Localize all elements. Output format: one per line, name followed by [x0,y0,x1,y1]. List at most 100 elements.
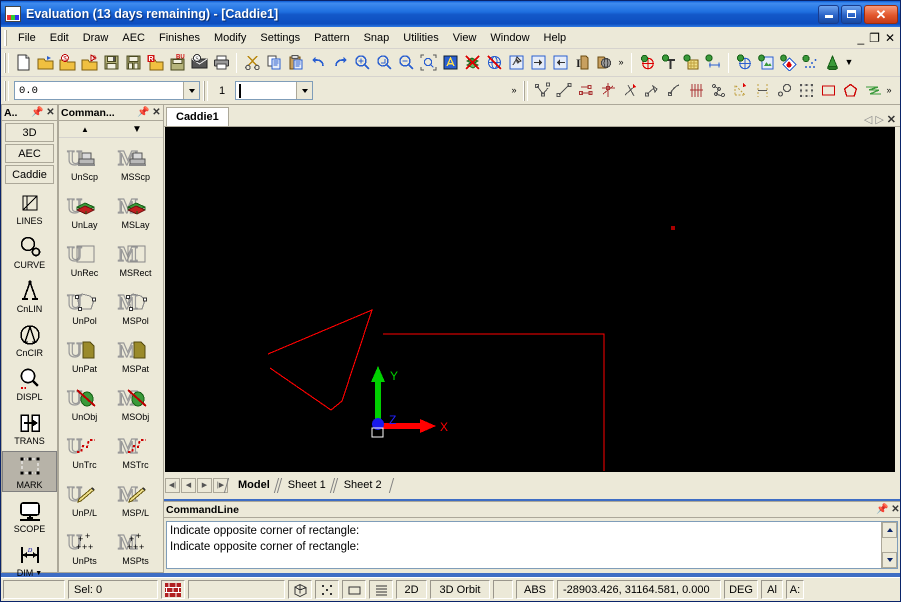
polyline-tool-icon[interactable] [861,80,883,102]
minimize-button[interactable] [818,4,839,24]
menu-snap[interactable]: Snap [357,29,397,47]
brick-pattern-icon[interactable] [161,580,185,599]
command-button-mspts[interactable]: M + + + + + MSPts [110,523,161,571]
drawing-canvas[interactable]: Y X Z [165,127,895,472]
scroll-up-button[interactable] [882,522,897,538]
single-window-icon[interactable] [342,580,366,599]
copy-icon[interactable] [263,52,285,74]
object-out-icon[interactable] [549,52,571,74]
sidebar-item-cnlin[interactable]: CnLIN [2,275,57,316]
command-button-msscp[interactable]: M MSScp [110,139,161,187]
snap-extension-icon[interactable] [751,80,773,102]
maximize-button[interactable] [841,4,862,24]
rectangle-tool-icon[interactable] [817,80,839,102]
print-icon[interactable] [210,52,232,74]
hatch-tool-icon[interactable] [680,52,702,74]
nav-prev-icon[interactable]: ◁ [864,115,872,126]
sidebar-item-curve[interactable]: CURVE [2,231,57,272]
menu-finishes[interactable]: Finishes [152,29,207,47]
zoom-out-icon[interactable] [395,52,417,74]
drawing-canvas-svg[interactable]: Y X Z [166,128,894,471]
save-icon[interactable] [100,52,122,74]
menu-modify[interactable]: Modify [207,29,253,47]
command-button-unpat[interactable]: U UnPat [59,331,110,379]
sidebar-tab-3d[interactable]: 3D [5,123,54,142]
menu-draw[interactable]: Draw [76,29,116,47]
layer-off-icon[interactable] [461,52,483,74]
command-button-msp-l[interactable]: M MSP/L [110,475,161,523]
snap-angle-icon[interactable] [729,80,751,102]
menu-aec[interactable]: AEC [115,29,152,47]
zoom-in-icon[interactable] [351,52,373,74]
mdi-restore-button[interactable]: ❐ [869,32,880,44]
toolbar-overflow-button-2[interactable]: ▼ [843,58,855,67]
image-insert-icon[interactable] [755,52,777,74]
info-icon[interactable]: I [571,52,593,74]
save-as-icon[interactable]: $ [56,52,78,74]
zoom-window-icon[interactable] [373,52,395,74]
menu-file[interactable]: File [11,29,43,47]
command-button-mslay[interactable]: M MSLay [110,187,161,235]
snap-intersection-icon[interactable] [597,80,619,102]
paste-icon[interactable] [285,52,307,74]
command-button-mstrc[interactable]: M MSTrc [110,427,161,475]
polygon-tool-icon[interactable] [839,80,861,102]
toolbar2-overflow-button-2[interactable]: » [883,86,895,95]
paint-drop-icon[interactable] [777,52,799,74]
snap-scatter-icon[interactable] [707,80,729,102]
command-button-mspol[interactable]: M MSPol [110,283,161,331]
nav-prev-icon[interactable]: ◀ [181,477,196,493]
linewidth-combo[interactable]: 0.0 [14,81,200,100]
menu-edit[interactable]: Edit [43,29,76,47]
open-read-only-icon[interactable]: R [144,52,166,74]
close-icon[interactable]: ✕ [150,107,163,118]
object-in-icon[interactable] [527,52,549,74]
command-button-untrc[interactable]: U UnTrc [59,427,110,475]
open-recent-icon[interactable]: R [78,52,100,74]
redo-icon[interactable] [329,52,351,74]
menu-view[interactable]: View [446,29,484,47]
layer-global-icon[interactable] [483,52,505,74]
close-icon[interactable]: ✕ [889,504,900,515]
menu-utilities[interactable]: Utilities [396,29,445,47]
command-button-unpts[interactable]: U + + + + + UnPts [59,523,110,571]
menu-window[interactable]: Window [483,29,536,47]
mode-2d-button[interactable]: 2D [396,580,427,599]
save-all-icon[interactable] [122,52,144,74]
toolbar2-overflow-button[interactable]: » [508,86,520,95]
sidebar-item-dim[interactable]: D DIM ▼ [2,539,57,580]
sidebar-item-scope[interactable]: SCOPE [2,495,57,536]
field-al[interactable]: Al [761,580,783,599]
command-button-unscp[interactable]: U UnScp [59,139,110,187]
nav-next-icon[interactable]: ▷ [875,115,883,126]
sidebar-item-lines[interactable]: LINES [2,187,57,228]
cut-icon[interactable] [241,52,263,74]
toolbar2-grip-2[interactable] [203,80,208,101]
command-button-unobj[interactable]: U UnObj [59,379,110,427]
command-button-msobj[interactable]: M MSObj [110,379,161,427]
entity-point-marker[interactable] [671,226,675,230]
linewidth-dropdown-arrow[interactable] [183,82,199,99]
close-icon[interactable]: ✕ [887,115,896,126]
snap-nearest-icon[interactable] [663,80,685,102]
field-a2[interactable]: A: [786,580,804,599]
isometric-view-icon[interactable] [288,580,312,599]
sheet-tab-sheet2[interactable]: Sheet 2 [332,478,392,493]
toolbar-grip[interactable] [4,52,9,73]
color-combo[interactable] [235,81,313,100]
command-button-msrect[interactable]: M MSRect [110,235,161,283]
coordinate-mode-button[interactable]: ABS [516,580,554,599]
cone-solid-icon[interactable] [821,52,843,74]
document-tab-caddie1[interactable]: Caddie1 [166,107,229,126]
close-icon[interactable]: ✕ [44,107,57,118]
command-button-unp-l[interactable]: U UnP/L [59,475,110,523]
menu-grip[interactable] [4,29,8,46]
command-button-mspat[interactable]: M MSPat [110,331,161,379]
pin-icon[interactable]: 📌 [31,107,44,118]
nav-first-icon[interactable]: ◀| [165,477,180,493]
sidebar-tab-aec[interactable]: AEC [5,144,54,163]
scroll-up-icon[interactable]: ▲ [59,121,111,137]
toolbar2-grip[interactable] [4,80,9,101]
snap-tangent-icon[interactable] [641,80,663,102]
open-folder-icon[interactable] [34,52,56,74]
